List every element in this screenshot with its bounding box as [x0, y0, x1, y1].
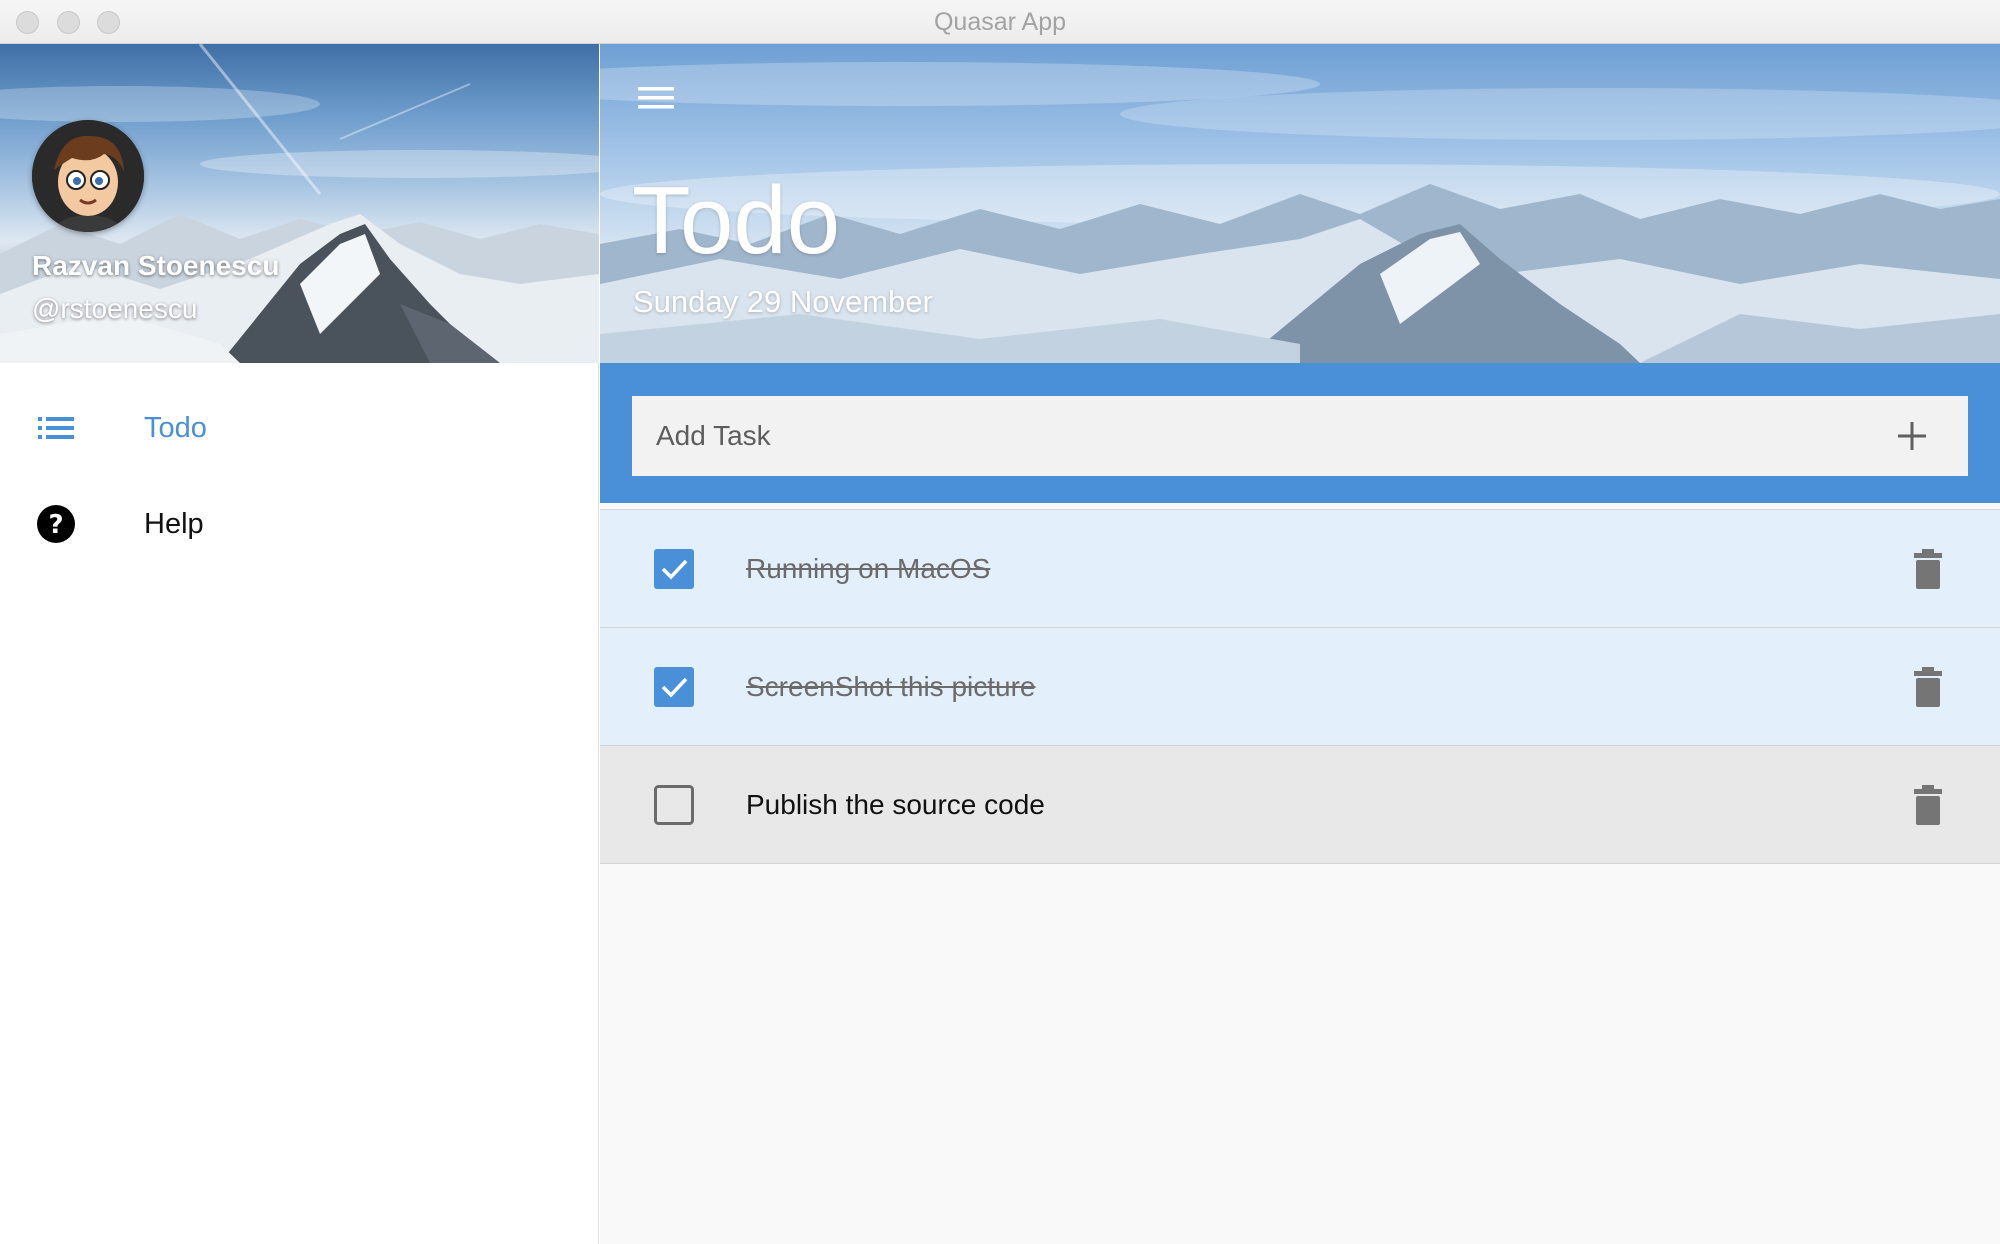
- sidebar-header: Razvan Stoenescu @rstoenescu: [0, 44, 599, 363]
- sidebar-item-help[interactable]: ? Help: [0, 479, 598, 569]
- menu-button[interactable]: [636, 78, 680, 122]
- page-header: Todo Sunday 29 November: [600, 44, 2000, 363]
- add-task-button[interactable]: [1892, 416, 1932, 456]
- delete-task-button[interactable]: [1912, 667, 1944, 707]
- sidebar: Razvan Stoenescu @rstoenescu Todo ? Help: [0, 44, 599, 1244]
- task-item: Publish the source code: [600, 746, 2000, 864]
- task-text: ScreenShot this picture: [746, 671, 1036, 702]
- delete-task-button[interactable]: [1912, 549, 1944, 589]
- checkbox-unchecked-icon: [654, 785, 694, 825]
- window-title: Quasar App: [933, 8, 1067, 36]
- help-icon: ?: [36, 504, 76, 544]
- sidebar-item-label: Help: [144, 508, 204, 540]
- task-checkbox[interactable]: [654, 549, 694, 589]
- task-list: Running on MacOS ScreenShot this picture: [600, 509, 2000, 864]
- main-content: Todo Sunday 29 November Running on MacOS: [600, 44, 2000, 1244]
- trash-icon: [1914, 785, 1942, 825]
- add-task-input[interactable]: [632, 396, 1872, 476]
- window-titlebar: Quasar App: [0, 0, 2000, 44]
- checkbox-checked-icon: [654, 667, 694, 707]
- menu-icon: [638, 87, 674, 109]
- trash-icon: [1914, 667, 1942, 707]
- plus-icon: [1898, 422, 1926, 450]
- page-date: Sunday 29 November: [633, 284, 933, 319]
- sidebar-item-todo[interactable]: Todo: [0, 383, 598, 473]
- sidebar-item-label: Todo: [144, 412, 207, 444]
- task-text: Publish the source code: [746, 789, 1045, 820]
- task-checkbox[interactable]: [654, 667, 694, 707]
- trash-icon: [1914, 549, 1942, 589]
- avatar: [32, 120, 144, 232]
- task-item: Running on MacOS: [600, 510, 2000, 628]
- delete-task-button[interactable]: [1912, 785, 1944, 825]
- task-item: ScreenShot this picture: [600, 628, 2000, 746]
- page-title: Todo: [632, 167, 841, 274]
- task-text: Running on MacOS: [746, 553, 991, 584]
- list-icon: [36, 408, 76, 448]
- user-handle: @rstoenescu: [32, 293, 198, 324]
- checkbox-checked-icon: [654, 549, 694, 589]
- add-task-bar: [600, 363, 2000, 503]
- add-task-field: [632, 396, 1968, 476]
- user-name: Razvan Stoenescu: [32, 250, 280, 281]
- svg-text:?: ?: [48, 510, 63, 540]
- task-checkbox[interactable]: [654, 785, 694, 825]
